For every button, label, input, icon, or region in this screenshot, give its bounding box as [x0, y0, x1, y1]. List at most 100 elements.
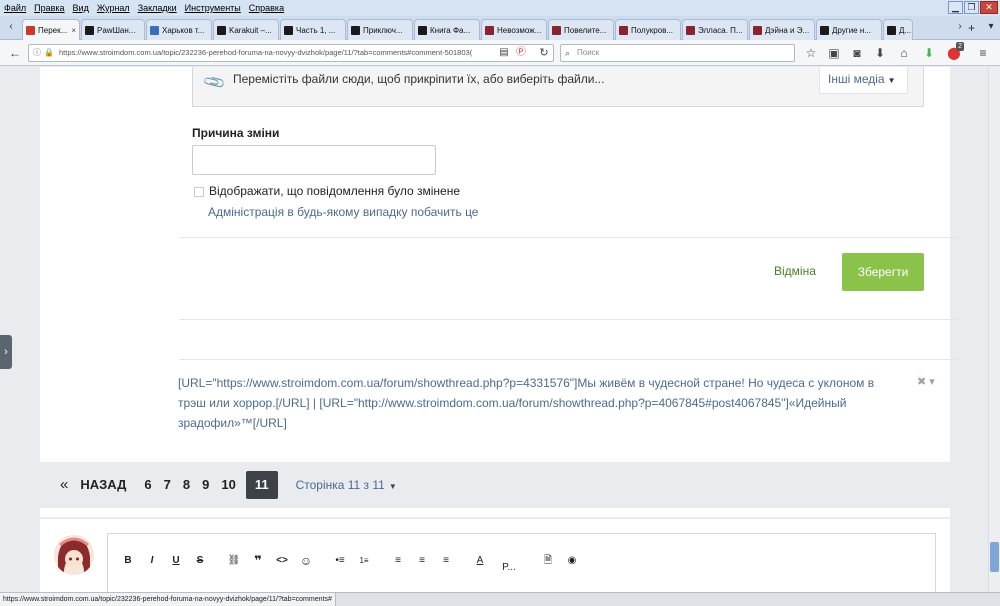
pagination-page[interactable]: 10 [215, 471, 241, 499]
italic-icon[interactable]: I [140, 551, 164, 571]
bold-icon[interactable]: B [116, 551, 140, 571]
browser-tab[interactable]: Перек... × [22, 19, 80, 41]
new-tab-icon[interactable]: + [968, 21, 975, 35]
post-signature[interactable]: [URL="https://www.stroimdom.com.ua/forum… [178, 373, 904, 433]
tab-scroll-right-icon[interactable]: › [953, 21, 967, 37]
tab-favicon-icon [485, 25, 494, 35]
browser-tab[interactable]: Повелите... [548, 19, 614, 40]
close-window-icon[interactable]: ✕ [980, 1, 998, 14]
menu-file[interactable]: Файл [4, 3, 26, 13]
scrollbar-thumb[interactable] [990, 542, 999, 572]
tab-label: Часть 1, ... [296, 25, 336, 35]
cancel-button[interactable]: Відміна [774, 264, 816, 278]
tab-favicon-icon [26, 26, 35, 35]
divider [179, 359, 965, 360]
eye-icon[interactable]: ◉ [560, 551, 584, 571]
window-controls: ▁ ❐ ✕ [948, 1, 998, 14]
pocket-icon[interactable]: ◙ [849, 45, 865, 61]
sidebar-toggle-icon[interactable]: › [0, 335, 12, 369]
browser-tab[interactable]: Приключ... [347, 19, 413, 40]
minimize-icon[interactable]: ▁ [948, 1, 963, 14]
bulleted-list-icon[interactable]: •≡ [328, 551, 352, 571]
browser-tab[interactable]: Д... [883, 19, 913, 40]
browser-tab[interactable]: Karakuit –... [213, 19, 279, 40]
browser-tab[interactable]: Элласа. П... [682, 19, 748, 40]
align-center-icon[interactable]: ≡ [410, 551, 434, 571]
tab-label: Невозмож... [497, 25, 542, 35]
link-icon[interactable]: ⛓ [222, 551, 246, 571]
hamburger-menu-icon[interactable]: ≡ [975, 45, 991, 61]
pagination-first[interactable]: « [54, 471, 74, 499]
home-icon[interactable]: ⌂ [896, 45, 912, 61]
bookmark-star-icon[interactable]: ☆ [803, 45, 819, 61]
save-button[interactable]: Зберегти [842, 253, 924, 291]
menu-edit[interactable]: Правка [34, 3, 64, 13]
tab-list-icon[interactable]: ▾ [984, 21, 998, 37]
preview-document-icon[interactable]: 🗎 [536, 551, 560, 571]
menu-help[interactable]: Справка [249, 3, 284, 13]
other-media-button[interactable]: Інші медіа ▼ [819, 67, 908, 94]
pagination-page[interactable]: 6 [138, 471, 157, 499]
browser-tab[interactable]: Книга Фа... [414, 19, 480, 40]
info-icon[interactable]: ⓘ [32, 48, 42, 58]
browser-tab[interactable]: Невозмож... [481, 19, 547, 40]
tab-favicon-icon [150, 25, 159, 35]
tab-label: PawШан... [97, 25, 136, 35]
downloads-icon[interactable]: ⬇ [872, 45, 888, 61]
browser-tab[interactable]: Харьков т... [146, 19, 212, 40]
pagination-back[interactable]: НАЗАД [74, 471, 132, 499]
tab-label: Харьков т... [162, 25, 205, 35]
tab-scroll-left-icon[interactable]: ‹ [4, 21, 18, 37]
numbered-list-icon[interactable]: 1≡ [352, 551, 376, 571]
adblock-badge: 2 [956, 42, 964, 51]
back-arrow-icon[interactable]: ← [6, 44, 24, 62]
menu-bookmarks[interactable]: Закладки [138, 3, 177, 13]
browser-tab[interactable]: Полукров... [615, 19, 681, 40]
browser-tab[interactable]: Другие н... [816, 19, 882, 40]
search-icon: ⌕ [565, 48, 571, 58]
menu-view[interactable]: Вид [73, 3, 89, 13]
browser-tab[interactable]: PawШан... [81, 19, 145, 40]
search-input[interactable]: ⌕ Поиск [560, 44, 795, 62]
align-left-icon[interactable]: ≡ [386, 551, 410, 571]
text-color-icon[interactable]: A [468, 551, 492, 571]
file-drop-zone[interactable]: 📎 Перемістіть файли сюди, щоб прикріпити… [192, 67, 924, 107]
reader-view-icon[interactable]: ▤ [496, 45, 512, 61]
code-icon[interactable]: <> [270, 551, 294, 571]
pagination-page[interactable]: 9 [196, 471, 215, 499]
reload-icon[interactable]: ↻ [536, 45, 552, 61]
quote-icon[interactable]: ❞ [246, 551, 270, 571]
pocket-save-icon[interactable]: Ⓟ [513, 45, 529, 61]
align-right-icon[interactable]: ≡ [434, 551, 458, 571]
show-edited-label[interactable]: Відображати, що повідомлення було змінен… [209, 184, 460, 198]
menu-history[interactable]: Журнал [97, 3, 130, 13]
tab-label: Приключ... [363, 25, 403, 35]
emoji-icon[interactable]: ☺ [294, 551, 318, 571]
page-info-text: Сторінка 11 з 11 [295, 478, 385, 492]
pagination-page[interactable]: 8 [177, 471, 196, 499]
avatar[interactable] [54, 535, 94, 575]
pagination-page[interactable]: 7 [158, 471, 177, 499]
signature-menu-icon[interactable]: ▾ [929, 376, 935, 388]
page-scrollbar[interactable] [988, 67, 1000, 592]
clipboard-icon[interactable]: ▣ [826, 45, 842, 61]
show-edited-checkbox[interactable] [194, 187, 204, 197]
underline-icon[interactable]: U [164, 551, 188, 571]
address-bar[interactable]: ⓘ 🔒 https://www.stroimdom.com.ua/topic/2… [28, 44, 554, 62]
page-content: 📎 Перемістіть файли сюди, щоб прикріпити… [0, 67, 1000, 592]
adblock-icon[interactable]: ⬤ 2 [946, 42, 964, 61]
browser-tab[interactable]: Дэйна и Э... [749, 19, 815, 40]
browser-tab[interactable]: Часть 1, ... [280, 19, 346, 40]
show-edited-hint: Адміністрація в будь-якому випадку побач… [208, 205, 479, 219]
page-jump-dropdown[interactable]: Сторінка 11 з 11 ▼ [296, 478, 397, 492]
strikethrough-icon[interactable]: S [188, 551, 212, 571]
reason-input[interactable] [192, 145, 436, 175]
download-helper-icon[interactable]: ⬇ [921, 45, 937, 61]
restore-icon[interactable]: ❐ [964, 1, 979, 14]
paragraph-format-dropdown[interactable]: P... [492, 558, 526, 578]
close-tab-icon[interactable]: × [71, 26, 76, 35]
tab-favicon-icon [753, 25, 762, 35]
rich-text-editor[interactable]: B I U S ⛓ ❞ <> ☺ •≡ 1≡ ≡ ≡ ≡ A P... 🗎 ◉ [107, 533, 936, 592]
hide-signature-icon[interactable]: ✖ [917, 376, 926, 388]
menu-tools[interactable]: Инструменты [185, 3, 241, 13]
